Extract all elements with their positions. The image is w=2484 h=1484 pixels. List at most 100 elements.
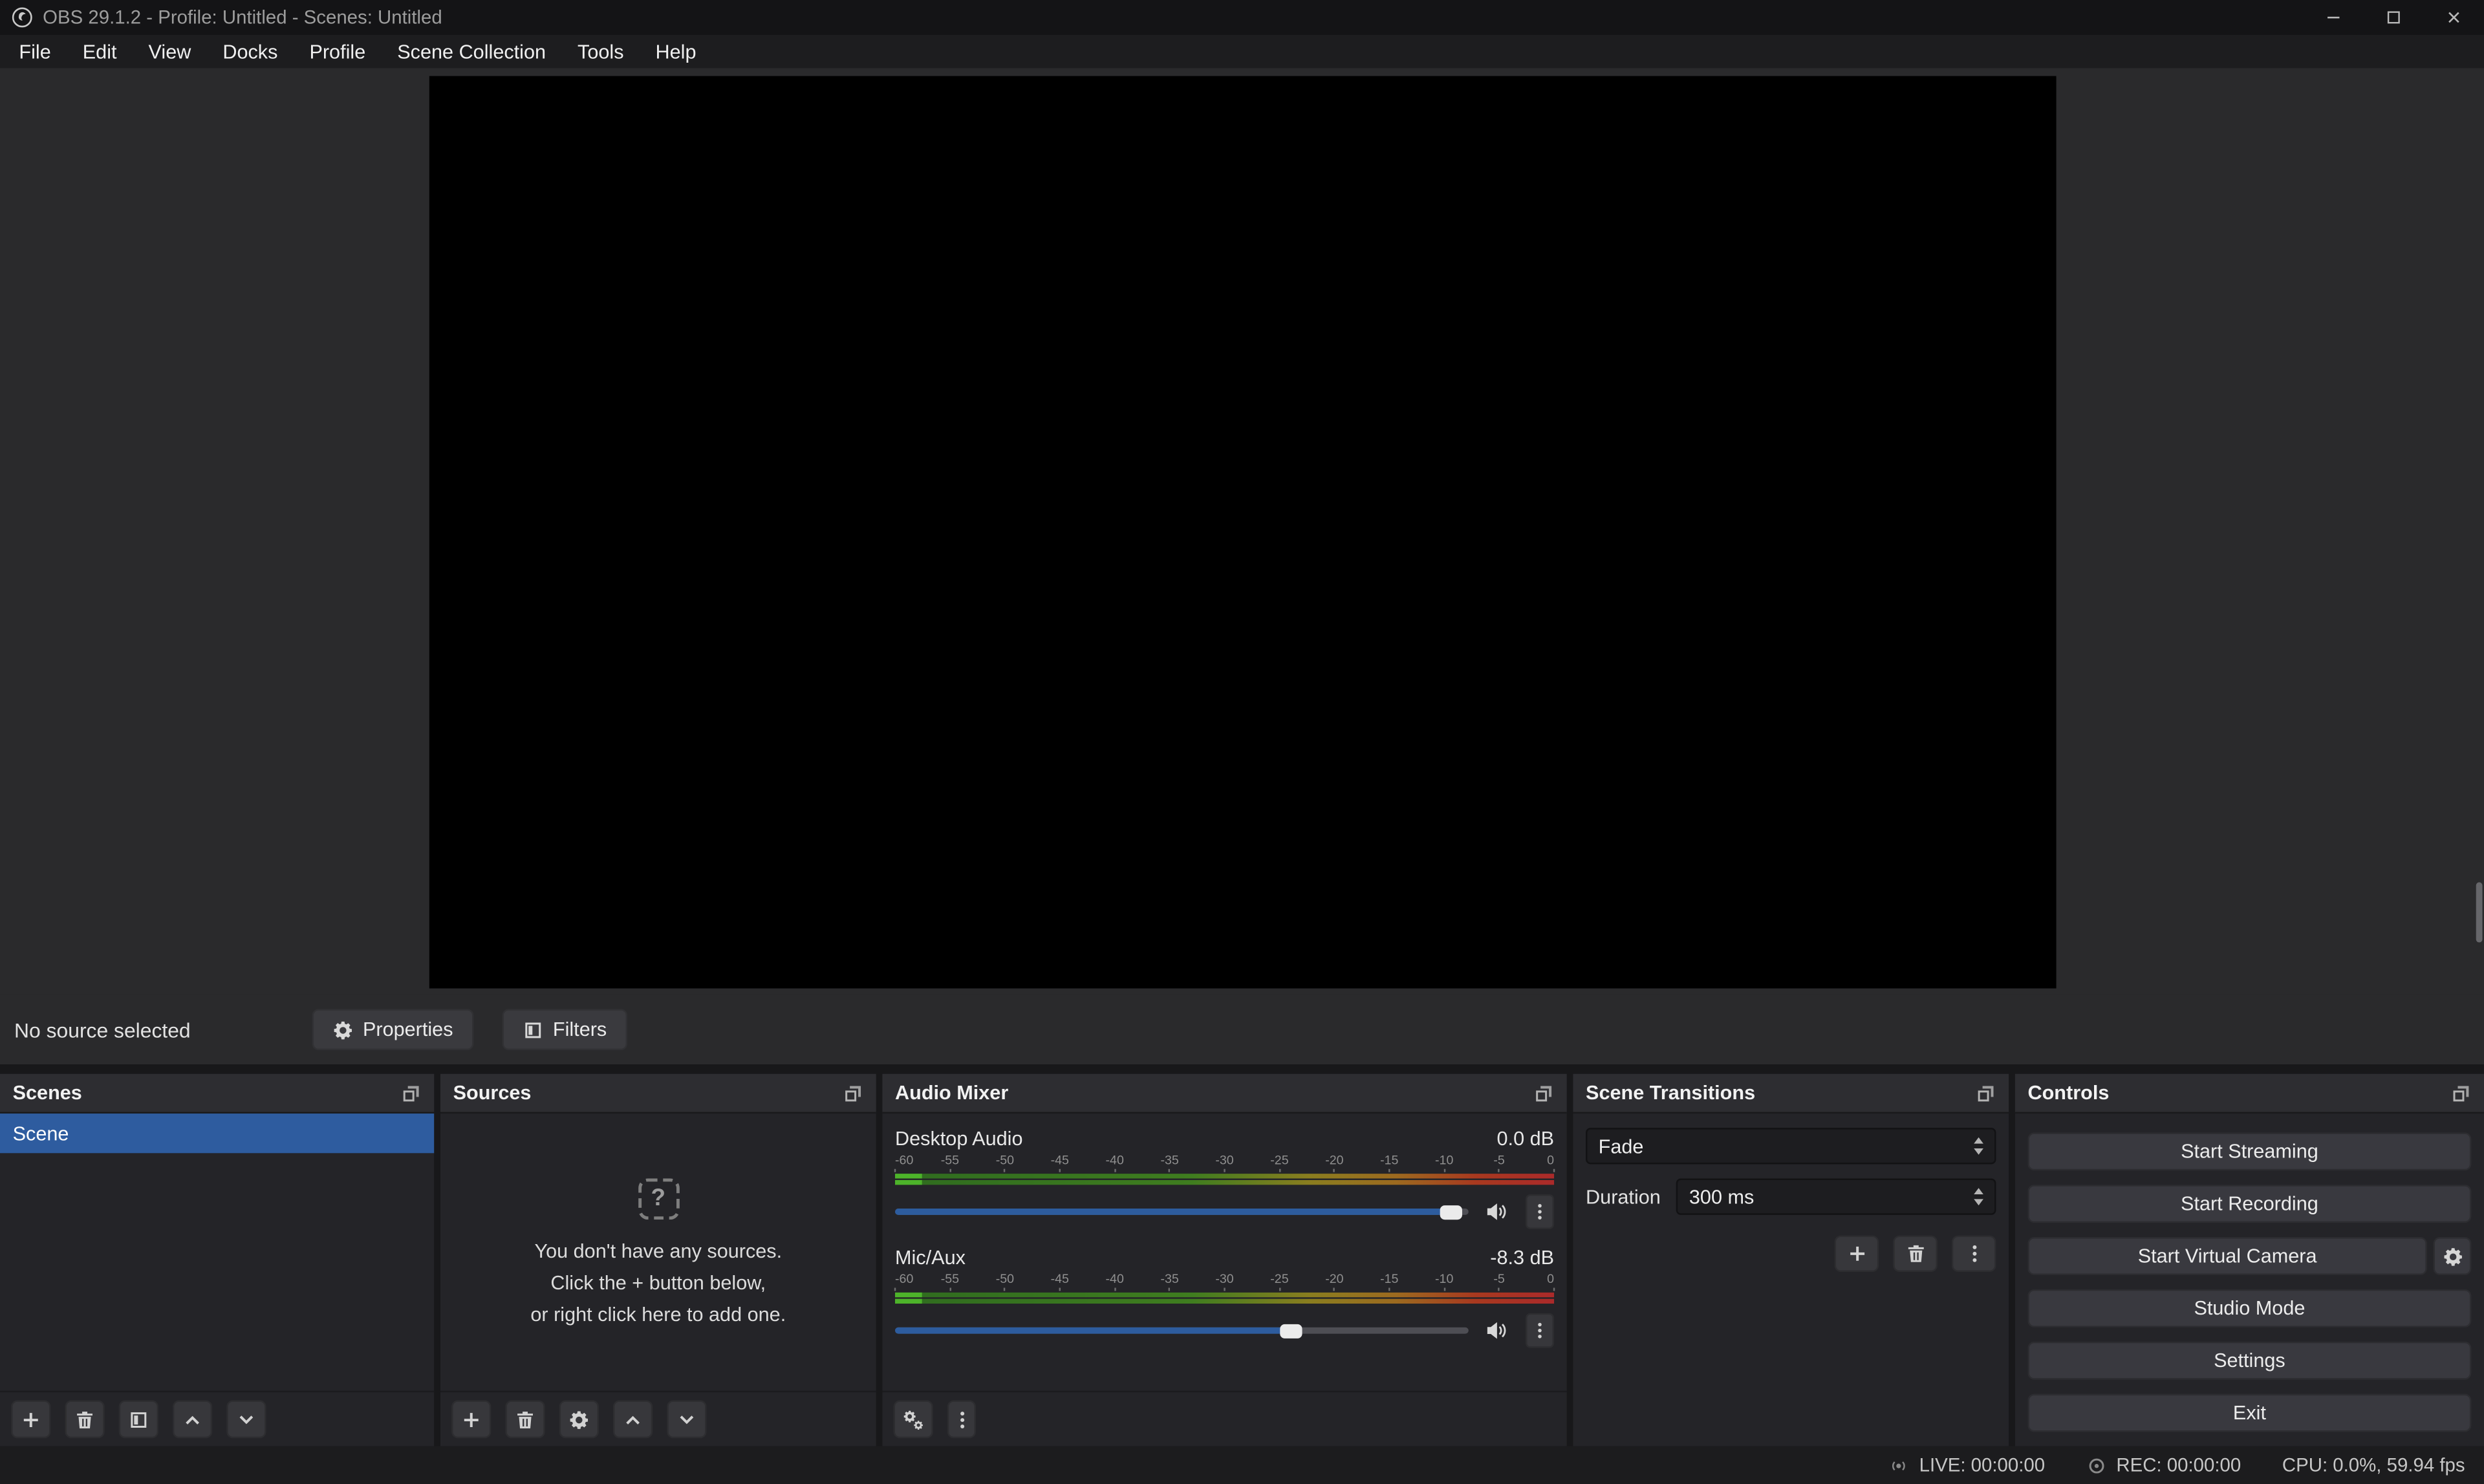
plus-icon — [21, 1409, 41, 1430]
filters-label: Filters — [553, 1018, 607, 1040]
channel-menu-button[interactable] — [1526, 1194, 1554, 1229]
sources-panel-title: Sources — [453, 1082, 532, 1104]
properties-button[interactable]: Properties — [312, 1009, 474, 1050]
add-source-button[interactable] — [451, 1400, 491, 1438]
controls-panel: Controls Start Streaming Start Recording… — [2015, 1074, 2484, 1446]
duration-label: Duration — [1586, 1186, 1661, 1208]
volume-slider[interactable] — [895, 1201, 1469, 1223]
remove-scene-button[interactable] — [65, 1400, 104, 1438]
start-virtual-camera-button[interactable]: Start Virtual Camera — [2027, 1237, 2426, 1275]
menu-item-scene-collection[interactable]: Scene Collection — [382, 38, 562, 66]
slider-handle[interactable] — [1440, 1205, 1462, 1220]
close-button[interactable] — [2424, 0, 2484, 35]
channel-db-value: -8.3 dB — [1490, 1246, 1554, 1268]
speaker-icon — [1484, 1201, 1509, 1223]
add-scene-button[interactable] — [11, 1400, 50, 1438]
sources-list[interactable]: ? You don't have any sources. Click the … — [440, 1113, 876, 1391]
live-status: LIVE: 00:00:00 — [1889, 1454, 2045, 1476]
duration-value: 300 ms — [1689, 1186, 1754, 1208]
preview-canvas[interactable] — [429, 75, 2056, 987]
scenes-toolbar — [0, 1391, 434, 1446]
scrollbar-thumb[interactable] — [2476, 882, 2483, 942]
start-recording-button[interactable]: Start Recording — [2027, 1185, 2471, 1223]
menu-item-file[interactable]: File — [3, 38, 67, 66]
volume-slider[interactable] — [895, 1320, 1469, 1342]
studio-mode-button[interactable]: Studio Mode — [2027, 1289, 2471, 1328]
dots-vertical-icon — [951, 1409, 972, 1430]
audio-mixer-header: Audio Mixer — [882, 1074, 1566, 1113]
move-source-up-button[interactable] — [613, 1400, 653, 1438]
meter-scale: -60-55-50-45-40-35-30-25-20-15-10-50 — [895, 1272, 1554, 1291]
channel-db-value: 0.0 dB — [1497, 1127, 1555, 1149]
remove-transition-button[interactable] — [1893, 1236, 1938, 1272]
chevron-down-icon — [236, 1409, 257, 1430]
scenes-panel-title: Scenes — [13, 1082, 82, 1104]
spinner-arrows-icon[interactable] — [1965, 1188, 1983, 1205]
mixer-menu-button[interactable] — [947, 1400, 976, 1438]
volume-meter — [895, 1174, 1554, 1185]
advanced-audio-button[interactable] — [894, 1400, 933, 1438]
popout-icon[interactable] — [2451, 1082, 2472, 1103]
slider-handle[interactable] — [1280, 1324, 1302, 1339]
trash-icon — [74, 1409, 95, 1430]
exit-button[interactable]: Exit — [2027, 1394, 2471, 1432]
filter-icon — [128, 1409, 149, 1430]
dots-vertical-icon — [1530, 1202, 1549, 1221]
popout-icon[interactable] — [1976, 1082, 1996, 1103]
volume-meter — [895, 1293, 1554, 1304]
mixer-channel-mic-aux: Mic/Aux -8.3 dB -60-55-50-45-40-35-30-25… — [895, 1243, 1554, 1348]
menubar: File Edit View Docks Profile Scene Colle… — [0, 35, 2484, 68]
menu-item-help[interactable]: Help — [640, 38, 712, 66]
menu-item-view[interactable]: View — [133, 38, 207, 66]
channel-menu-button[interactable] — [1526, 1313, 1554, 1348]
transition-select[interactable]: Fade — [1586, 1128, 1996, 1164]
popout-icon[interactable] — [843, 1082, 863, 1103]
scene-filters-button[interactable] — [119, 1400, 158, 1438]
scene-name: Scene — [13, 1123, 69, 1145]
transition-value: Fade — [1599, 1135, 1644, 1157]
transitions-body: Fade Duration 300 ms — [1573, 1113, 2009, 1446]
popout-icon[interactable] — [1533, 1082, 1554, 1103]
menu-item-docks[interactable]: Docks — [207, 38, 294, 66]
empty-hint-line: You don't have any sources. — [534, 1238, 782, 1263]
maximize-button[interactable] — [2364, 0, 2424, 35]
menu-item-profile[interactable]: Profile — [294, 38, 382, 66]
source-toolbar: No source selected Properties Filters — [0, 995, 2484, 1064]
mixer-toolbar — [882, 1391, 1566, 1446]
move-scene-down-button[interactable] — [226, 1400, 266, 1438]
channel-name: Mic/Aux — [895, 1246, 966, 1268]
transition-properties-button[interactable] — [1952, 1236, 1996, 1272]
scene-transitions-panel: Scene Transitions Fade Duration 300 ms — [1573, 1074, 2009, 1446]
gears-icon — [903, 1409, 923, 1430]
dots-vertical-icon — [1530, 1321, 1549, 1340]
window-title: OBS 29.1.2 - Profile: Untitled - Scenes:… — [43, 6, 442, 28]
move-source-down-button[interactable] — [667, 1400, 706, 1438]
virtual-camera-settings-button[interactable] — [2434, 1237, 2472, 1275]
menu-item-edit[interactable]: Edit — [67, 38, 133, 66]
broadcast-icon — [1889, 1455, 1910, 1476]
settings-button[interactable]: Settings — [2027, 1342, 2471, 1380]
filters-button[interactable]: Filters — [502, 1009, 627, 1050]
mixer-channel-desktop-audio: Desktop Audio 0.0 dB -60-55-50-45-40-35-… — [895, 1124, 1554, 1229]
start-streaming-button[interactable]: Start Streaming — [2027, 1132, 2471, 1170]
move-scene-up-button[interactable] — [173, 1400, 212, 1438]
sources-toolbar — [440, 1391, 876, 1446]
mute-button[interactable] — [1484, 1201, 1509, 1223]
scenes-list: Scene — [0, 1113, 434, 1391]
combo-arrows-icon[interactable] — [1965, 1137, 1983, 1155]
scene-list-item[interactable]: Scene — [0, 1113, 434, 1153]
sources-empty-state: ? You don't have any sources. Click the … — [440, 1113, 876, 1391]
empty-hint-line: or right click here to add one. — [530, 1301, 786, 1326]
mute-button[interactable] — [1484, 1320, 1509, 1342]
popout-icon[interactable] — [401, 1082, 422, 1103]
titlebar: OBS 29.1.2 - Profile: Untitled - Scenes:… — [0, 0, 2484, 35]
add-transition-button[interactable] — [1835, 1236, 1879, 1272]
cpu-fps-text: CPU: 0.0%, 59.94 fps — [2282, 1454, 2465, 1476]
minimize-button[interactable] — [2304, 0, 2364, 35]
chevron-up-icon — [623, 1409, 643, 1430]
dots-vertical-icon — [1963, 1243, 1984, 1264]
menu-item-tools[interactable]: Tools — [562, 38, 640, 66]
remove-source-button[interactable] — [505, 1400, 545, 1438]
source-properties-button[interactable] — [559, 1400, 599, 1438]
duration-spinbox[interactable]: 300 ms — [1676, 1179, 1996, 1215]
